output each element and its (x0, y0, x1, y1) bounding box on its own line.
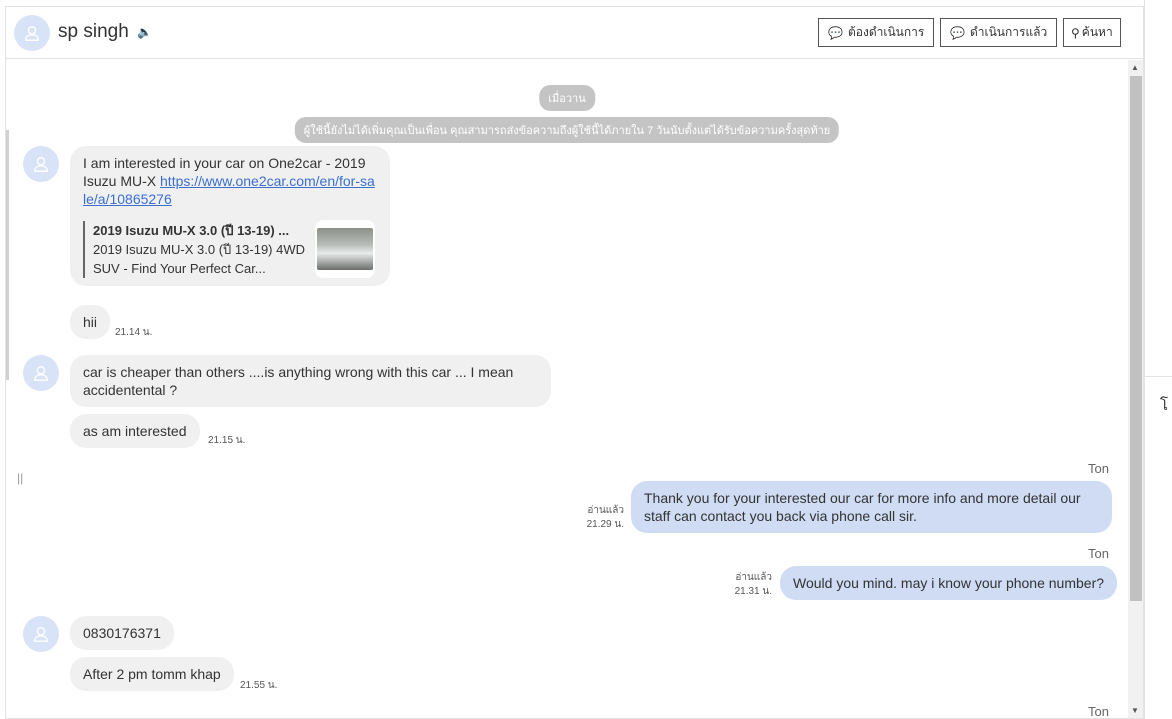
message-time: 21.14 น. (115, 327, 153, 338)
sender-avatar (23, 616, 59, 652)
friend-notice: ผู้ใช้นี้ยังไม่ได้เพิ่มคุณเป็นเพื่อน คุณ… (294, 117, 840, 143)
speaker-icon[interactable]: 🔈 (137, 25, 152, 39)
scrollbar[interactable]: ▲ ▼ (1128, 60, 1143, 718)
message-time: 21.29 น. (586, 519, 624, 530)
message-bubble: car is cheaper than others ....is anythi… (70, 355, 551, 407)
sender-name: Ton (1088, 704, 1109, 718)
right-panel: โ (1144, 0, 1172, 719)
resize-handle[interactable]: || (17, 471, 23, 485)
scroll-up-icon[interactable]: ▲ (1131, 63, 1139, 72)
user-icon (34, 366, 48, 381)
contact-name: sp singh (58, 21, 129, 42)
read-status: อ่านแล้ว (587, 505, 624, 516)
sender-avatar (23, 146, 59, 182)
link-preview[interactable]: 2019 Isuzu MU-X 3.0 (ปี 13-19) ... 2019 I… (83, 220, 377, 278)
contact-avatar[interactable] (14, 15, 50, 51)
message-bubble: After 2 pm tomm khap (70, 657, 234, 691)
message-time: 21.31 น. (734, 586, 772, 597)
message-bubble: hii (70, 305, 111, 339)
chat-check-icon: 💬 (950, 25, 965, 40)
scrollbar-thumb[interactable] (1130, 76, 1142, 601)
search-label: ค้นหา (1081, 25, 1113, 39)
todo-button[interactable]: 💬 ต้องดำเนินการ (818, 18, 935, 47)
done-button[interactable]: 💬 ดำเนินการแล้ว (940, 18, 1058, 47)
user-icon (34, 157, 48, 172)
chat-bubble-icon: 💬 (828, 25, 843, 40)
message-time: 21.15 น. (208, 435, 246, 446)
search-button[interactable]: ⚲ ค้นหา (1063, 18, 1121, 47)
message-bubble: 0830176371 (70, 616, 174, 650)
message-status: อ่านแล้ว 21.29 น. (578, 504, 624, 532)
message-bubble-outgoing: Would you mind. may i know your phone nu… (780, 566, 1118, 600)
done-label: ดำเนินการแล้ว (969, 25, 1048, 39)
left-edge-bar (6, 130, 9, 380)
user-icon (25, 26, 39, 41)
message-bubble: as am interested (70, 414, 200, 448)
chat-header: sp singh 🔈 💬 ต้องดำเนินการ 💬 ดำเนินการแล้ว… (6, 7, 1143, 59)
message-bubble: I am interested in your car on One2car -… (70, 146, 390, 286)
preview-description: 2019 Isuzu MU-X 3.0 (ปี 13-19) 4WD SUV -… (93, 241, 305, 276)
date-label: เมื่อวาน (539, 85, 595, 111)
right-panel-text: โ (1160, 397, 1169, 414)
sender-name: Ton (1088, 461, 1109, 476)
todo-label: ต้องดำเนินการ (847, 25, 925, 39)
user-icon (34, 627, 48, 642)
message-status: อ่านแล้ว 21.31 น. (726, 571, 772, 599)
sender-avatar (23, 355, 59, 391)
message-list: || เมื่อวาน ผู้ใช้นี้ยังไม่ได้เพิ่มคุณเป… (6, 60, 1128, 718)
message-bubble-outgoing: Thank you for your interested our car fo… (631, 481, 1112, 533)
search-icon: ⚲ (1071, 25, 1080, 40)
read-status: อ่านแล้ว (735, 572, 772, 583)
preview-title: 2019 Isuzu MU-X 3.0 (ปี 13-19) ... (93, 222, 290, 238)
sender-name: Ton (1088, 546, 1109, 561)
car-thumbnail (315, 220, 375, 278)
chat-window: sp singh 🔈 💬 ต้องดำเนินการ 💬 ดำเนินการแล้ว… (5, 6, 1144, 719)
scroll-down-icon[interactable]: ▼ (1131, 706, 1139, 715)
message-time: 21.55 น. (240, 680, 278, 691)
